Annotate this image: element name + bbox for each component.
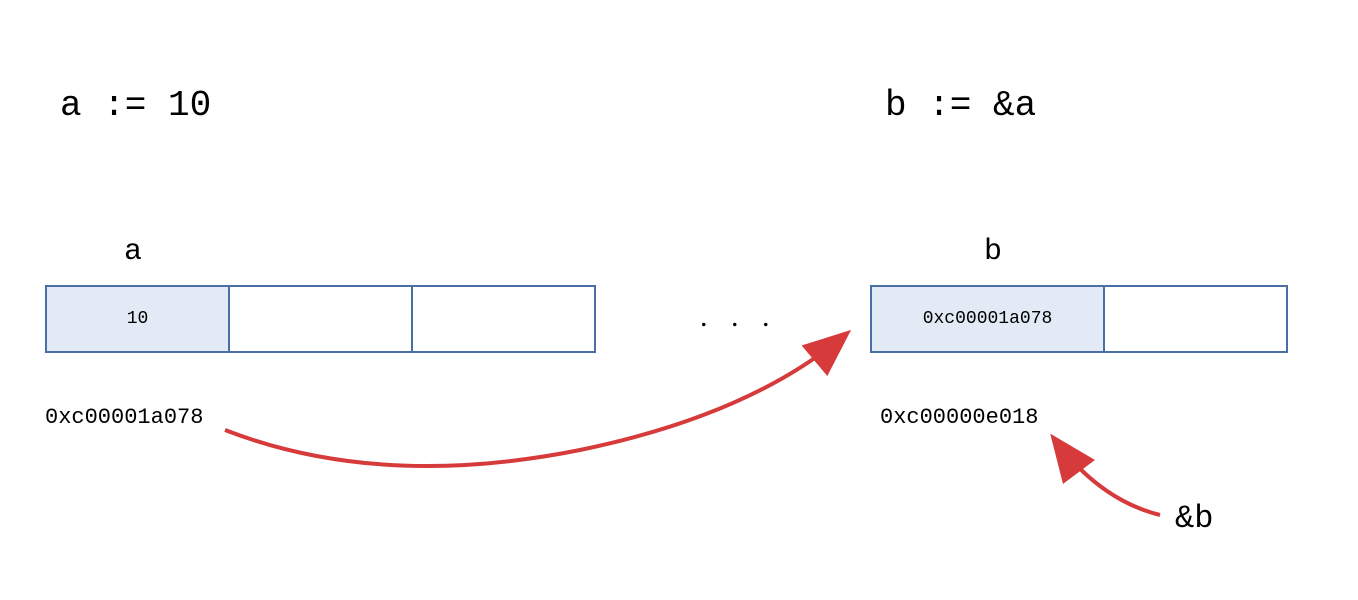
- memory-cell-empty: [228, 285, 413, 353]
- pointer-ref-label: &b: [1175, 500, 1213, 537]
- arrow-a-to-b: [225, 335, 845, 466]
- declaration-b: b := &a: [885, 85, 1036, 126]
- arrow-amp-b: [1055, 440, 1160, 515]
- address-b: 0xc00000e018: [880, 405, 1038, 430]
- memory-cell-b-value: 0xc00001a078: [870, 285, 1105, 353]
- var-label-a: a: [118, 235, 148, 269]
- memory-row-b: 0xc00001a078: [870, 285, 1288, 353]
- memory-row-a: 10: [45, 285, 596, 353]
- declaration-a: a := 10: [60, 85, 211, 126]
- address-a: 0xc00001a078: [45, 405, 203, 430]
- var-label-b: b: [978, 235, 1008, 269]
- memory-cell-a-value: 10: [45, 285, 230, 353]
- memory-cell-empty: [1103, 285, 1288, 353]
- ellipsis: . . .: [700, 300, 778, 334]
- memory-cell-empty: [411, 285, 596, 353]
